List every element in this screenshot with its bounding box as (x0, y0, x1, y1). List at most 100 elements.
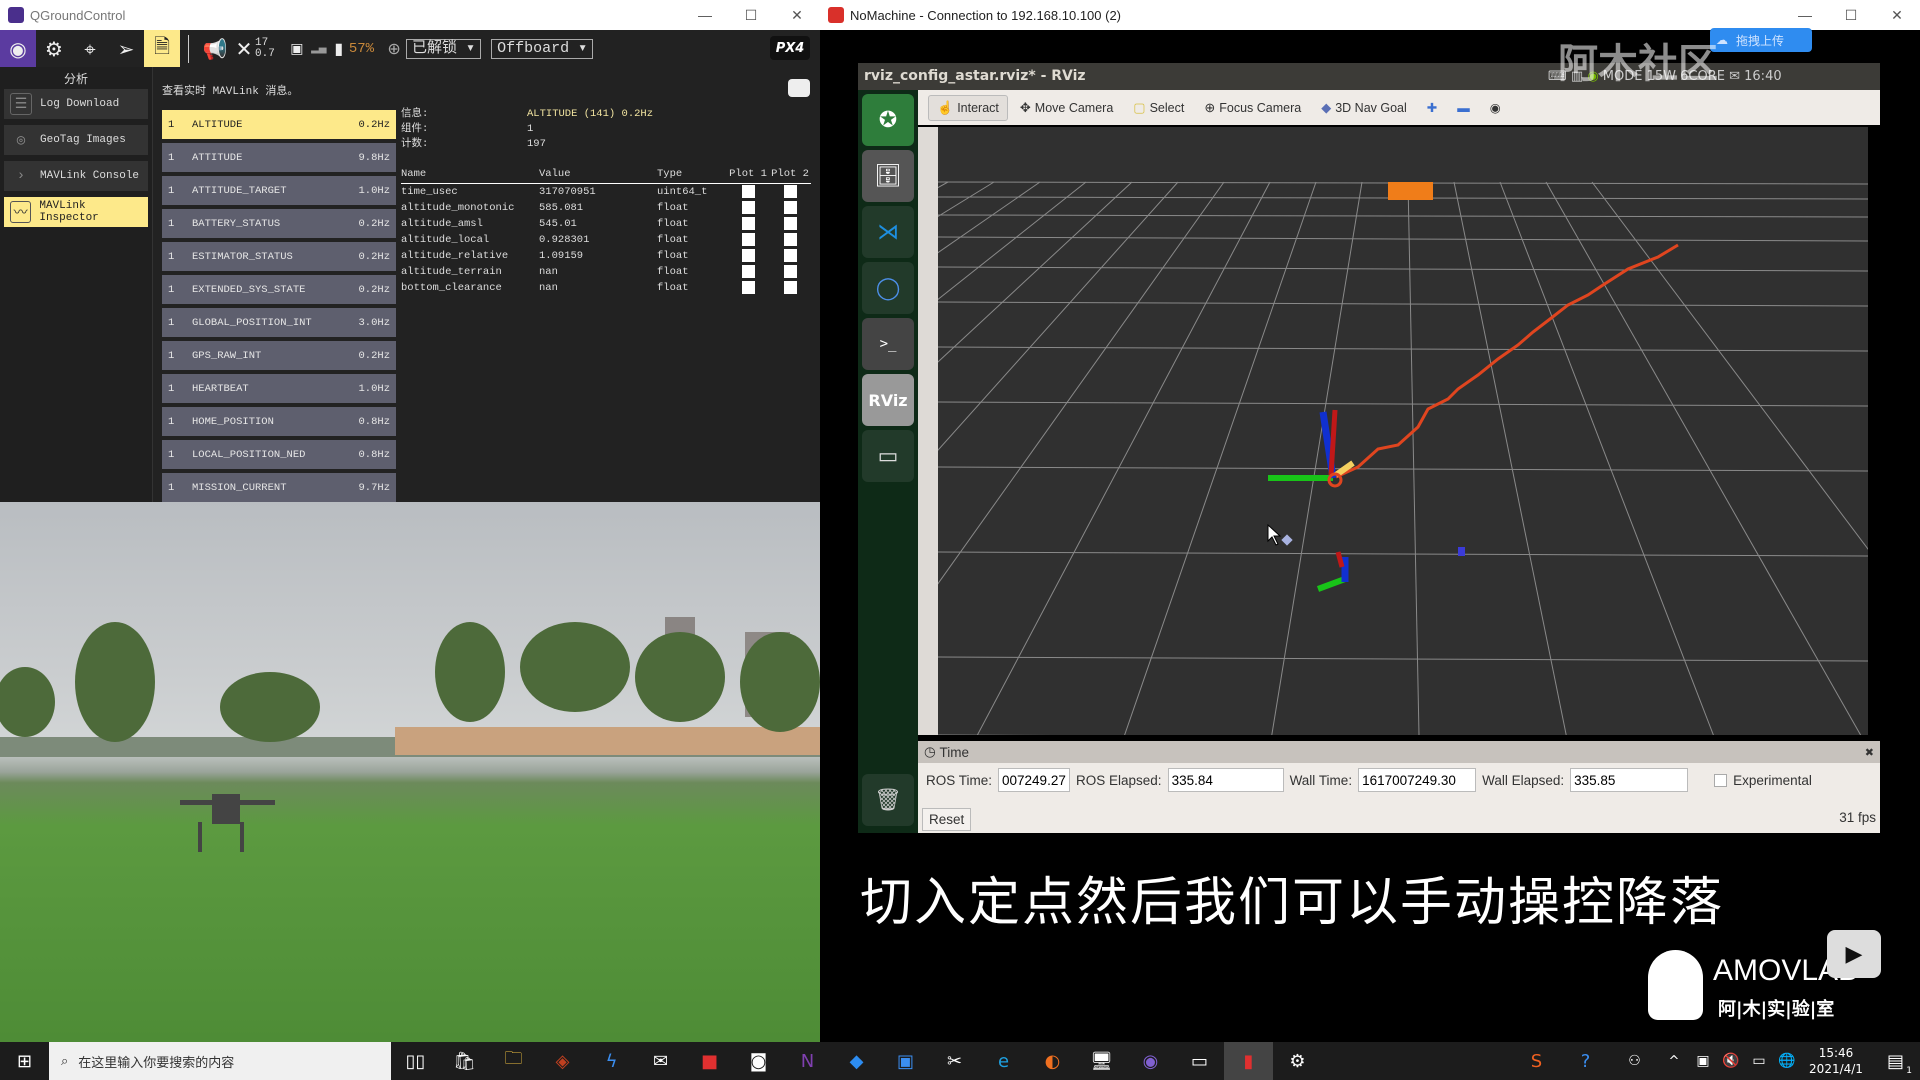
remove-tool-button[interactable]: ▬ (1449, 97, 1478, 119)
feishu-icon[interactable]: ◆ (832, 1042, 881, 1080)
youdao-icon[interactable]: ■ (685, 1042, 734, 1080)
chromium-icon[interactable]: ◯ (862, 262, 914, 314)
mail-icon[interactable]: ✉ (636, 1042, 685, 1080)
megaphone-icon[interactable]: 📢 (197, 30, 233, 67)
sidebar-item-log-download[interactable]: ☰ Log Download (4, 89, 148, 119)
plot1-checkbox[interactable] (741, 265, 755, 278)
tool-move-camera[interactable]: ✥ Move Camera (1012, 96, 1121, 120)
message-row[interactable]: 1 ATTITUDE 9.8Hz (162, 143, 396, 172)
task-view-icon[interactable]: ▯▯ (391, 1042, 440, 1080)
edge-icon[interactable]: e (979, 1042, 1028, 1080)
terminal-icon[interactable]: >_ (862, 318, 914, 370)
message-row[interactable]: 1 BATTERY_STATUS 0.2Hz (162, 209, 396, 238)
tool-focus-camera[interactable]: ⊕ Focus Camera (1196, 96, 1309, 120)
maximize-button[interactable]: ☐ (1828, 0, 1874, 30)
plot1-checkbox[interactable] (741, 249, 755, 262)
help-icon[interactable]: ? (1561, 1042, 1610, 1080)
flight-mode-dropdown[interactable]: Offboard ▾ (491, 38, 594, 59)
plot1-checkbox[interactable] (741, 233, 755, 246)
wall-time-field[interactable] (1358, 768, 1477, 792)
network-status-icon[interactable]: ▣ (1689, 1042, 1717, 1080)
snipping-icon[interactable]: ✂ (930, 1042, 979, 1080)
battery-tray-icon[interactable]: ▭ (1745, 1042, 1773, 1080)
plot2-checkbox[interactable] (783, 233, 797, 246)
analyze-icon[interactable]: 🗎 (144, 30, 180, 67)
volume-muted-icon[interactable]: 🔇 (1717, 1042, 1745, 1080)
message-row[interactable]: 1 EXTENDED_SYS_STATE 0.2Hz (162, 275, 396, 304)
sogou-icon[interactable]: S (1512, 1042, 1561, 1080)
notification-center-icon[interactable]: ▤ 1 (1871, 1042, 1920, 1080)
taskbar-search[interactable]: ⌕ 在这里输入你要搜索的内容 (49, 1042, 391, 1080)
minimize-button[interactable]: — (1782, 0, 1828, 30)
gps-target-icon[interactable]: ⊕ (382, 30, 406, 67)
reset-button[interactable]: Reset (922, 808, 972, 831)
plot1-checkbox[interactable] (741, 281, 755, 294)
app-icon[interactable]: ◈ (538, 1042, 587, 1080)
file-explorer-icon[interactable]: 🗀 (489, 1042, 538, 1080)
message-row[interactable]: 1 HEARTBEAT 1.0Hz (162, 374, 396, 403)
monitor-icon[interactable]: 🖥 (1077, 1042, 1126, 1080)
onenote-icon[interactable]: N (783, 1042, 832, 1080)
globe-icon[interactable]: 🌐 (1773, 1042, 1801, 1080)
camera-icon[interactable]: ◙ (734, 1042, 783, 1080)
close-panel-button[interactable]: ✖ (1865, 746, 1874, 759)
start-icon[interactable]: ⊞ (0, 1042, 49, 1080)
plot2-checkbox[interactable] (783, 265, 797, 278)
message-row[interactable]: 1 MISSION_CURRENT 9.7Hz (162, 473, 396, 502)
plot2-checkbox[interactable] (783, 249, 797, 262)
tool-3d-nav-goal[interactable]: ◆ 3D Nav Goal (1313, 96, 1415, 120)
message-row[interactable]: 1 HOME_POSITION 0.8Hz (162, 407, 396, 436)
rviz-3d-viewport[interactable] (0, 127, 1920, 740)
firefox-icon[interactable]: ◐ (1028, 1042, 1077, 1080)
message-row[interactable]: 1 LOCAL_POSITION_NED 0.8Hz (162, 440, 396, 469)
experimental-checkbox[interactable]: Experimental (1714, 773, 1812, 788)
plot1-checkbox[interactable] (741, 185, 755, 198)
upload-badge[interactable]: ☁ 拖拽上传 (1710, 28, 1812, 52)
taskbar-clock[interactable]: 15:46 2021/4/1 (1801, 1045, 1871, 1077)
close-button[interactable]: ✕ (1874, 0, 1920, 30)
maximize-button[interactable]: ☐ (728, 0, 774, 30)
lightning-app-icon[interactable]: ϟ (587, 1042, 636, 1080)
nomachine-taskbar-icon[interactable]: ▮ (1224, 1042, 1273, 1080)
close-button[interactable]: ✕ (774, 0, 820, 30)
settings-taskbar-icon[interactable]: ⚙ (1273, 1042, 1322, 1080)
rc-icon[interactable]: ▣ (285, 30, 309, 67)
terminal-taskbar-icon[interactable]: ▭ (1175, 1042, 1224, 1080)
plot1-checkbox[interactable] (741, 201, 755, 214)
store-icon[interactable]: 🛍 (440, 1042, 489, 1080)
wall-elapsed-field[interactable] (1570, 768, 1689, 792)
plan-icon[interactable]: ⌖ (72, 30, 108, 67)
drive-icon[interactable]: ▭ (862, 430, 914, 482)
trash-icon[interactable]: 🗑 (862, 774, 914, 826)
minimize-button[interactable]: — (682, 0, 728, 30)
fly-icon[interactable]: ➢ (108, 30, 144, 67)
satellite-icon[interactable]: ✕ (233, 30, 255, 67)
ros-elapsed-field[interactable] (1167, 768, 1284, 792)
tray-expand-icon[interactable]: ^ (1659, 1042, 1689, 1080)
tool-select[interactable]: ▢ Select (1125, 96, 1192, 120)
message-row[interactable]: 1 ALTITUDE 0.2Hz (162, 110, 396, 139)
arm-state-dropdown[interactable]: 已解锁 ▾ (406, 38, 482, 59)
message-row[interactable]: 1 ESTIMATOR_STATUS 0.2Hz (162, 242, 396, 271)
plot2-checkbox[interactable] (783, 185, 797, 198)
rviz-icon[interactable]: RViz (862, 374, 914, 426)
sidebar-item-geotag[interactable]: ◎ GeoTag Images (4, 125, 148, 155)
zoom-icon[interactable]: ▣ (881, 1042, 930, 1080)
ros-time-field[interactable] (998, 768, 1071, 792)
eye-icon[interactable]: ◉ (1482, 96, 1509, 119)
displays-panel-collapsed[interactable] (918, 127, 938, 735)
people-icon[interactable]: ⚇ (1610, 1042, 1659, 1080)
sidebar-item-mavlink-console[interactable]: › MAVLink Console (4, 161, 148, 191)
add-tool-button[interactable]: ✚ (1419, 96, 1445, 119)
qgc-logo-icon[interactable]: ◉ (0, 30, 36, 67)
tool-interact[interactable]: ☝ Interact (928, 94, 1008, 121)
plot1-checkbox[interactable] (741, 217, 755, 230)
sidebar-item-mavlink-inspector[interactable]: 〰 MAVLink Inspector (4, 197, 148, 227)
message-row[interactable]: 1 GPS_RAW_INT 0.2Hz (162, 341, 396, 370)
qgc-taskbar-icon[interactable]: ◉ (1126, 1042, 1175, 1080)
battery-icon[interactable]: ▮ (329, 30, 349, 67)
message-row[interactable]: 1 ATTITUDE_TARGET 1.0Hz (162, 176, 396, 205)
message-row[interactable]: 1 GLOBAL_POSITION_INT 3.0Hz (162, 308, 396, 337)
plot2-checkbox[interactable] (783, 217, 797, 230)
ubuntu-icon[interactable]: ✪ (862, 94, 914, 146)
